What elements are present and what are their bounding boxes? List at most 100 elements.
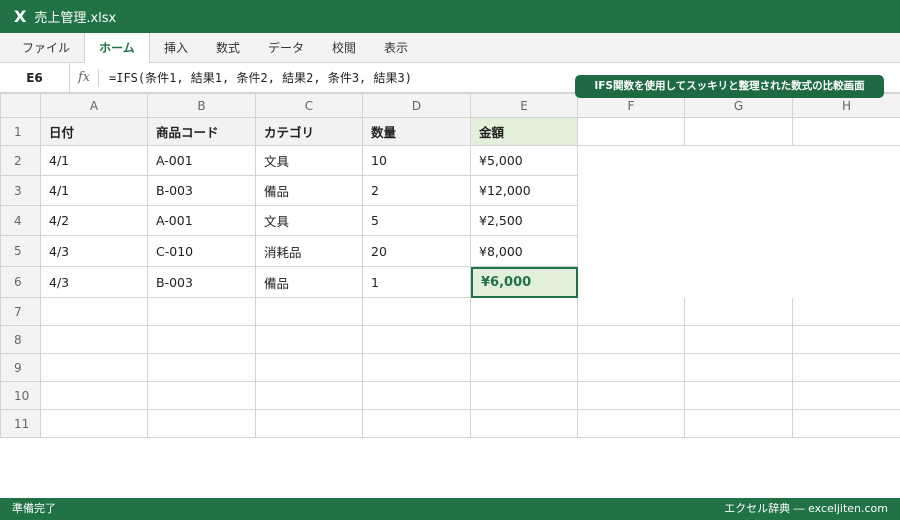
- cell-f11[interactable]: [578, 410, 685, 438]
- tab-file[interactable]: ファイル: [10, 33, 82, 63]
- cell-f9[interactable]: [578, 354, 685, 382]
- tab-review[interactable]: 校閲: [320, 33, 368, 63]
- cell-b6[interactable]: B-003: [148, 267, 256, 298]
- cell-d3[interactable]: 2: [363, 176, 471, 206]
- cell-d9[interactable]: [363, 354, 471, 382]
- fx-icon[interactable]: fx: [78, 63, 90, 93]
- cell-c5[interactable]: 消耗品: [256, 236, 363, 267]
- cell-e6[interactable]: ¥6,000: [471, 267, 578, 298]
- cell-e5[interactable]: ¥8,000: [471, 236, 578, 267]
- cell-e2[interactable]: ¥5,000: [471, 146, 578, 176]
- row-header-4[interactable]: 4: [1, 206, 41, 236]
- cell-h11[interactable]: [793, 410, 900, 438]
- cell-a10[interactable]: [41, 382, 148, 410]
- column-header-c[interactable]: C: [256, 94, 363, 118]
- cell-b10[interactable]: [148, 382, 256, 410]
- name-box[interactable]: E6: [0, 63, 70, 93]
- cell-c1[interactable]: カテゴリ: [256, 118, 363, 146]
- tab-insert[interactable]: 挿入: [152, 33, 200, 63]
- row-header-10[interactable]: 10: [1, 382, 41, 410]
- cell-b9[interactable]: [148, 354, 256, 382]
- row-header-1[interactable]: 1: [1, 118, 41, 146]
- row-header-5[interactable]: 5: [1, 236, 41, 267]
- cell-a7[interactable]: [41, 298, 148, 326]
- cell-d5[interactable]: 20: [363, 236, 471, 267]
- cell-f1[interactable]: [578, 118, 685, 146]
- cell-d4[interactable]: 5: [363, 206, 471, 236]
- cell-e9[interactable]: [471, 354, 578, 382]
- cell-c10[interactable]: [256, 382, 363, 410]
- cell-b8[interactable]: [148, 326, 256, 354]
- cell-d8[interactable]: [363, 326, 471, 354]
- row-header-6[interactable]: 6: [1, 267, 41, 298]
- cell-d11[interactable]: [363, 410, 471, 438]
- cell-b2[interactable]: A-001: [148, 146, 256, 176]
- cell-b3[interactable]: B-003: [148, 176, 256, 206]
- cell-h7[interactable]: [793, 298, 900, 326]
- cell-a3[interactable]: 4/1: [41, 176, 148, 206]
- cell-a2[interactable]: 4/1: [41, 146, 148, 176]
- row-header-8[interactable]: 8: [1, 326, 41, 354]
- select-all-corner[interactable]: [1, 94, 41, 118]
- column-header-e[interactable]: E: [471, 94, 578, 118]
- cell-d6[interactable]: 1: [363, 267, 471, 298]
- cell-b11[interactable]: [148, 410, 256, 438]
- column-header-a[interactable]: A: [41, 94, 148, 118]
- cell-g10[interactable]: [685, 382, 793, 410]
- row-header-2[interactable]: 2: [1, 146, 41, 176]
- cell-h1[interactable]: [793, 118, 900, 146]
- cell-e11[interactable]: [471, 410, 578, 438]
- cell-a5[interactable]: 4/3: [41, 236, 148, 267]
- cell-g9[interactable]: [685, 354, 793, 382]
- cell-e7[interactable]: [471, 298, 578, 326]
- cell-c8[interactable]: [256, 326, 363, 354]
- cell-c4[interactable]: 文具: [256, 206, 363, 236]
- cell-g8[interactable]: [685, 326, 793, 354]
- cell-a9[interactable]: [41, 354, 148, 382]
- cell-d7[interactable]: [363, 298, 471, 326]
- column-header-d[interactable]: D: [363, 94, 471, 118]
- cell-d1[interactable]: 数量: [363, 118, 471, 146]
- cell-e10[interactable]: [471, 382, 578, 410]
- tab-view[interactable]: 表示: [372, 33, 420, 63]
- cell-c6[interactable]: 備品: [256, 267, 363, 298]
- row-header-11[interactable]: 11: [1, 410, 41, 438]
- cell-c3[interactable]: 備品: [256, 176, 363, 206]
- cell-h10[interactable]: [793, 382, 900, 410]
- cell-g11[interactable]: [685, 410, 793, 438]
- cell-f8[interactable]: [578, 326, 685, 354]
- column-header-b[interactable]: B: [148, 94, 256, 118]
- cell-c11[interactable]: [256, 410, 363, 438]
- cell-b1[interactable]: 商品コード: [148, 118, 256, 146]
- cell-e4[interactable]: ¥2,500: [471, 206, 578, 236]
- cell-e1[interactable]: 金額: [471, 118, 578, 146]
- cell-g1[interactable]: [685, 118, 793, 146]
- cell-f10[interactable]: [578, 382, 685, 410]
- tab-home[interactable]: ホーム: [84, 33, 150, 64]
- cell-b5[interactable]: C-010: [148, 236, 256, 267]
- cell-d10[interactable]: [363, 382, 471, 410]
- cell-d2[interactable]: 10: [363, 146, 471, 176]
- cell-h9[interactable]: [793, 354, 900, 382]
- row-header-7[interactable]: 7: [1, 298, 41, 326]
- tab-formulas[interactable]: 数式: [204, 33, 252, 63]
- cell-e8[interactable]: [471, 326, 578, 354]
- cell-b7[interactable]: [148, 298, 256, 326]
- cell-a6[interactable]: 4/3: [41, 267, 148, 298]
- cell-h8[interactable]: [793, 326, 900, 354]
- cell-a1[interactable]: 日付: [41, 118, 148, 146]
- row-header-3[interactable]: 3: [1, 176, 41, 206]
- cell-a11[interactable]: [41, 410, 148, 438]
- cell-c9[interactable]: [256, 354, 363, 382]
- cell-a4[interactable]: 4/2: [41, 206, 148, 236]
- cell-c7[interactable]: [256, 298, 363, 326]
- formula-input[interactable]: =IFS(条件1, 結果1, 条件2, 結果2, 条件3, 結果3): [109, 63, 412, 93]
- cell-f7[interactable]: [578, 298, 685, 326]
- row-header-9[interactable]: 9: [1, 354, 41, 382]
- tab-data[interactable]: データ: [256, 33, 316, 63]
- cell-e3[interactable]: ¥12,000: [471, 176, 578, 206]
- cell-g7[interactable]: [685, 298, 793, 326]
- cell-a8[interactable]: [41, 326, 148, 354]
- cell-c2[interactable]: 文具: [256, 146, 363, 176]
- cell-b4[interactable]: A-001: [148, 206, 256, 236]
